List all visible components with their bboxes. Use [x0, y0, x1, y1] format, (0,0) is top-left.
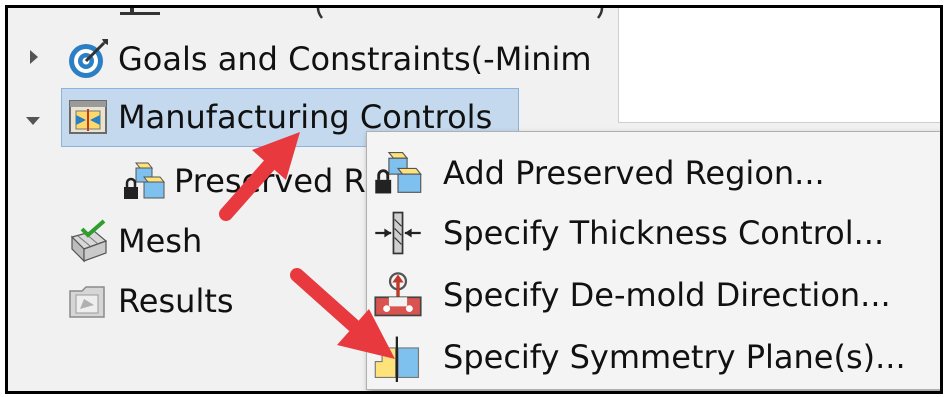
tree-item-label: Mesh: [118, 222, 203, 260]
menu-item-label: Specify De-mold Direction...: [443, 276, 891, 314]
graphics-area[interactable]: [618, 8, 940, 123]
context-menu: Add Preserved Region... Specify Thicknes…: [366, 131, 940, 390]
target-icon: [66, 37, 110, 81]
expand-goals-toggle[interactable]: [30, 50, 38, 64]
menu-item-label: Specify Symmetry Plane(s)...: [443, 338, 906, 376]
menu-item-add-preserved-region[interactable]: Add Preserved Region...: [367, 144, 940, 202]
preserved-region-icon: [373, 148, 423, 198]
tree-item-goals-constraints[interactable]: Goals and Constraints(-Minim: [66, 36, 592, 82]
tree-item-label: Goals and Constraints(-Minim: [118, 40, 592, 78]
cut-off-item-icon: [120, 8, 160, 15]
menu-item-specify-thickness-control[interactable]: Specify Thickness Control...: [367, 204, 940, 262]
mesh-icon: [66, 219, 110, 263]
menu-item-label: Add Preserved Region...: [443, 154, 825, 192]
manufacturing-controls-icon: [66, 95, 110, 139]
collapse-manufacturing-toggle[interactable]: [26, 117, 40, 125]
preserved-region-icon: [122, 159, 166, 203]
results-icon: [66, 279, 110, 323]
tree-item-mesh[interactable]: Mesh: [66, 218, 202, 264]
menu-item-label: Specify Thickness Control...: [443, 214, 885, 252]
tree-item-results[interactable]: Results: [66, 278, 234, 324]
menu-item-specify-symmetry-planes[interactable]: Specify Symmetry Plane(s)...: [367, 328, 940, 386]
menu-item-specify-demold-direction[interactable]: Specify De-mold Direction...: [367, 266, 940, 324]
thickness-control-icon: [373, 208, 423, 258]
tree-item-label: Results: [118, 282, 234, 320]
screenshot-frame: Goals and Constraints(-Minim Manufacturi…: [5, 5, 943, 394]
cut-off-parens: [316, 8, 604, 19]
annotation-arrow-down: [290, 268, 395, 359]
annotation-arrow-up: [219, 132, 300, 221]
